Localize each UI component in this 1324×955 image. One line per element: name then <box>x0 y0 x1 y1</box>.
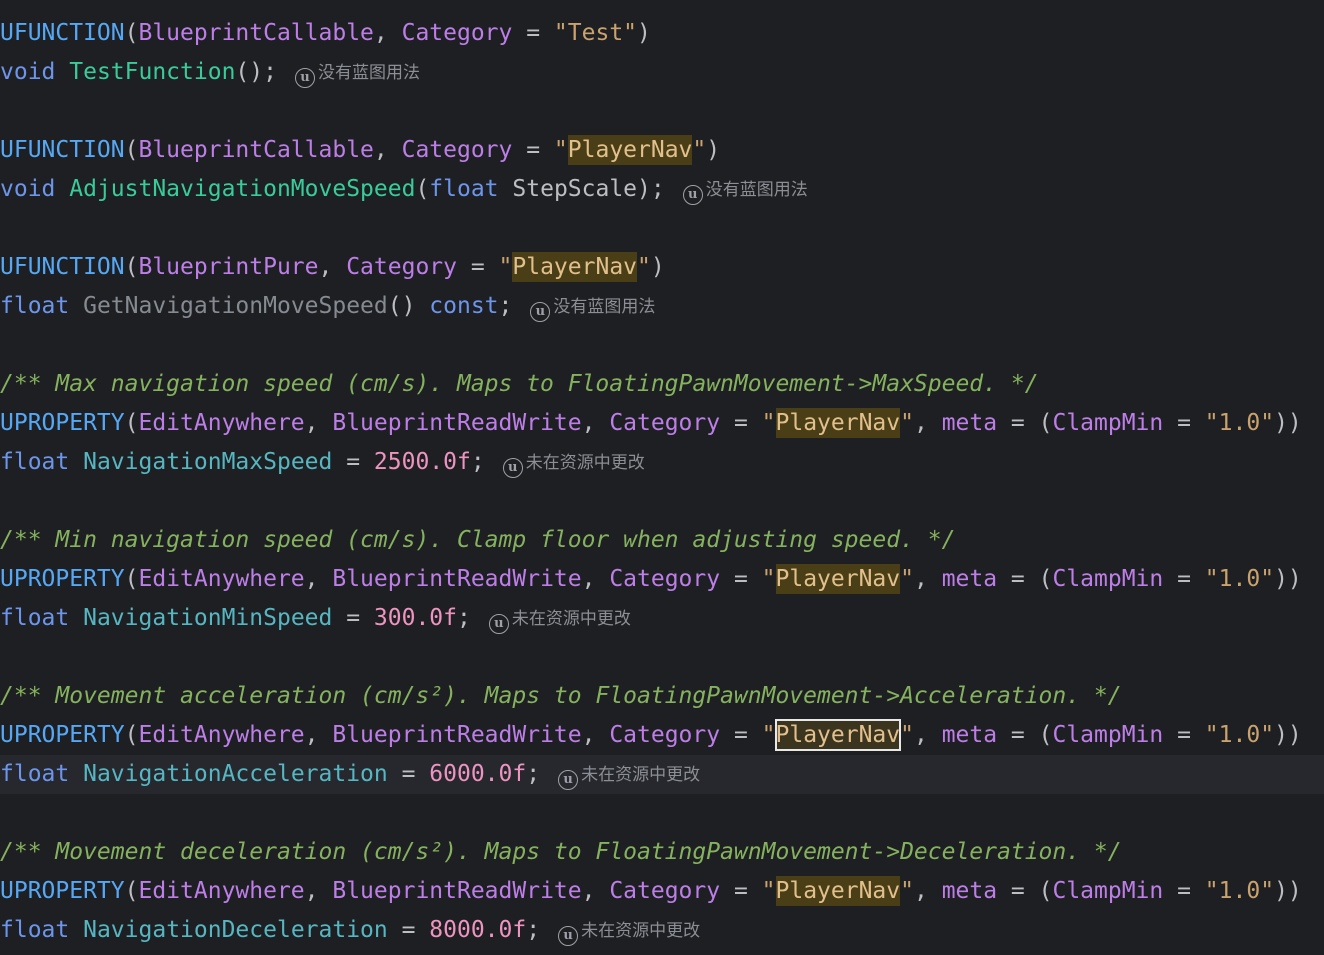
asset-change-hint[interactable]: u 未在资源中更改 <box>558 921 700 946</box>
unreal-u-icon: u <box>558 926 579 946</box>
doc-comment: /** Min navigation speed (cm/s). Clamp f… <box>0 527 956 553</box>
code-line[interactable]: UPROPERTY(EditAnywhere, BlueprintReadWri… <box>0 404 1324 443</box>
search-highlight: PlayerNav <box>775 408 901 438</box>
code-line[interactable]: UPROPERTY(EditAnywhere, BlueprintReadWri… <box>0 560 1324 599</box>
code-line[interactable]: UFUNCTION(BlueprintCallable, Category = … <box>0 131 1324 170</box>
code-line[interactable]: void TestFunction(); u 没有蓝图用法 <box>0 53 1324 92</box>
doc-comment: /** Movement acceleration (cm/s²). Maps … <box>0 683 1122 709</box>
search-highlight: PlayerNav <box>567 135 693 165</box>
code-editor[interactable]: UFUNCTION(BlueprintCallable, Category = … <box>0 0 1324 955</box>
code-line[interactable]: float NavigationMinSpeed = 300.0f; u 未在资源中… <box>0 599 1324 638</box>
code-line[interactable]: float NavigationMaxSpeed = 2500.0f; u 未在资源… <box>0 443 1324 482</box>
blueprint-usage-hint[interactable]: u 没有蓝图用法 <box>682 180 808 205</box>
search-highlight: PlayerNav <box>512 252 638 282</box>
doc-comment: /** Movement deceleration (cm/s²). Maps … <box>0 839 1122 865</box>
unreal-u-icon: u <box>682 185 703 205</box>
current-code-line[interactable]: float NavigationAcceleration = 6000.0f; u… <box>0 755 1324 794</box>
asset-change-hint[interactable]: u 未在资源中更改 <box>488 609 631 634</box>
code-line[interactable]: float GetNavigationMoveSpeed() const; u 没有… <box>0 287 1324 326</box>
code-line[interactable]: UPROPERTY(EditAnywhere, BlueprintReadWri… <box>0 872 1324 911</box>
code-line[interactable]: UPROPERTY(EditAnywhere, BlueprintReadWri… <box>0 716 1324 755</box>
search-highlight: PlayerNav <box>775 876 901 906</box>
selected-search-highlight: PlayerNav <box>774 719 902 751</box>
code-line[interactable]: void AdjustNavigationMoveSpeed(float Ste… <box>0 170 1324 209</box>
asset-change-hint[interactable]: u 未在资源中更改 <box>502 453 645 478</box>
doc-comment: /** Max navigation speed (cm/s). Maps to… <box>0 371 1039 397</box>
blueprint-usage-hint[interactable]: u 没有蓝图用法 <box>294 63 420 88</box>
unreal-u-icon: u <box>558 770 579 790</box>
blueprint-usage-hint[interactable]: u 没有蓝图用法 <box>530 297 655 322</box>
unreal-u-icon: u <box>294 68 315 88</box>
unreal-u-icon: u <box>530 302 551 322</box>
code-line[interactable]: UFUNCTION(BlueprintCallable, Category = … <box>0 14 1324 53</box>
unreal-u-icon: u <box>488 614 509 634</box>
code-line[interactable]: float NavigationDeceleration = 8000.0f; u… <box>0 911 1324 950</box>
code-line[interactable]: UFUNCTION(BlueprintPure, Category = "Pla… <box>0 248 1324 287</box>
unreal-u-icon: u <box>502 458 523 478</box>
asset-change-hint[interactable]: u 未在资源中更改 <box>558 765 700 790</box>
search-highlight: PlayerNav <box>775 564 901 594</box>
